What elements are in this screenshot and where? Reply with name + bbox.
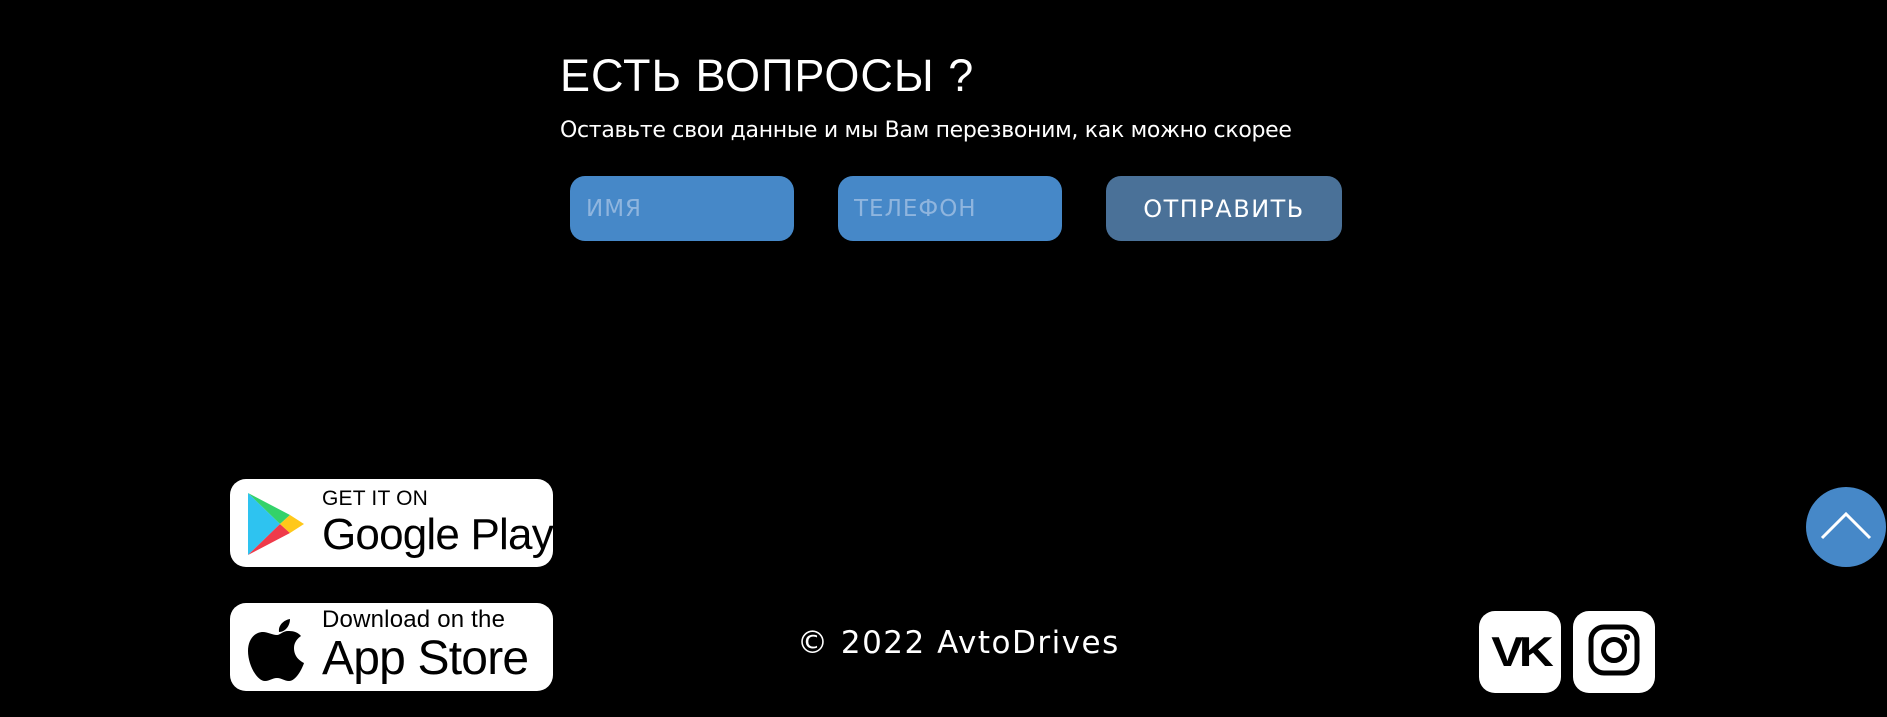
copyright: © 2022 AvtoDrives — [797, 625, 1120, 661]
scroll-to-top-button[interactable] — [1806, 487, 1886, 567]
vk-icon: VK — [1491, 628, 1554, 675]
contact-section: ЕСТЬ ВОПРОСЫ ? Оставьте свои данные и мы… — [560, 48, 1360, 146]
submit-button[interactable]: ОТПРАВИТЬ — [1106, 176, 1342, 241]
google-play-badge[interactable]: GET IT ON Google Play — [230, 479, 553, 567]
instagram-icon — [1587, 623, 1641, 681]
google-play-small-text: GET IT ON — [322, 487, 429, 510]
chevron-up-icon — [1820, 510, 1872, 544]
app-store-text: Download on the App Store — [322, 606, 529, 685]
app-store-small-text: Download on the — [322, 606, 506, 633]
app-store-badge[interactable]: Download on the App Store — [230, 603, 553, 691]
apple-icon — [244, 613, 310, 689]
contact-subtitle: Оставьте свои данные и мы Вам перезвоним… — [560, 118, 1292, 143]
name-input[interactable] — [570, 176, 794, 241]
footer-page: ЕСТЬ ВОПРОСЫ ? Оставьте свои данные и мы… — [0, 0, 1887, 717]
google-play-text: GET IT ON Google Play — [322, 487, 553, 559]
vk-link[interactable]: VK — [1479, 611, 1561, 693]
google-play-icon — [244, 489, 310, 563]
phone-input[interactable] — [838, 176, 1062, 241]
google-play-big-text: Google Play — [322, 510, 553, 559]
instagram-link[interactable] — [1573, 611, 1655, 693]
app-store-big-text: App Store — [322, 632, 529, 685]
contact-title: ЕСТЬ ВОПРОСЫ ? — [560, 50, 975, 101]
